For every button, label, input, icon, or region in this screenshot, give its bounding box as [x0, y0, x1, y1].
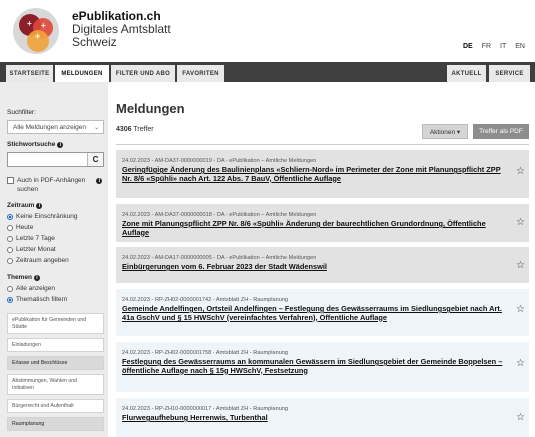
radio[interactable]: [7, 285, 13, 292]
result-headline-link[interactable]: Festlegung des Gewässerraums an kommunal…: [122, 357, 503, 375]
tab-startseite[interactable]: STARTSEITE: [6, 65, 53, 82]
logo-plus-icon: +: [35, 31, 41, 41]
zeitraum-option-label: Heute: [16, 224, 34, 231]
result-item[interactable]: 24.02.2023 - AM-DA37-0000000019 - DA - e…: [116, 150, 529, 198]
stichwort-label: Stichwortsuche i: [7, 141, 64, 148]
logo-plus-icon: +: [41, 21, 46, 30]
theme-item[interactable]: Einladungen: [7, 338, 104, 352]
theme-item-selected[interactable]: Erlasse und Beschlüsse: [7, 356, 104, 370]
search-submit-button[interactable]: C: [87, 153, 103, 166]
chevron-down-icon: ⌄: [93, 125, 99, 131]
suchfilter-select[interactable]: Alle Meldungen anzeigen ⌄: [7, 120, 104, 134]
zeitraum-option[interactable]: Zeitraum angeben: [7, 257, 69, 264]
info-icon[interactable]: i: [57, 142, 64, 148]
result-headline-link[interactable]: Gemeinde Andelfingen, Ortsteil Andelfing…: [122, 304, 503, 322]
lang-fr[interactable]: FR: [482, 43, 491, 50]
result-meta: 24.02.2023 - RP-ZH10-0000000017 - Amtsbl…: [122, 406, 289, 412]
zeitraum-option-label: Zeitraum angeben: [16, 257, 69, 264]
result-item[interactable]: 24.02.2023 - AM-DA17-0000000005 - DA - e…: [116, 247, 529, 283]
zeitraum-option[interactable]: Letzte 7 Tage: [7, 235, 55, 242]
result-count: 4306 Treffer: [116, 126, 154, 133]
pdf-search-label: Auch in PDF-Anhängen: [17, 177, 86, 184]
theme-item-selected[interactable]: Raumplanung: [7, 417, 104, 431]
radio-selected[interactable]: [7, 296, 13, 303]
result-item[interactable]: 24.02.2023 - RP-ZH10-0000000017 - Amtsbl…: [116, 398, 529, 437]
brand-line-3: Schweiz: [72, 35, 117, 49]
main-nav: STARTSEITE MELDUNGEN FILTER UND ABO FAVO…: [0, 62, 535, 82]
themen-option[interactable]: Alle anzeigen: [7, 285, 55, 292]
actions-dropdown-button[interactable]: Aktionen ▾: [422, 124, 468, 139]
radio[interactable]: [7, 257, 13, 264]
tab-favoriten[interactable]: FAVORITEN: [177, 65, 224, 82]
page-title: Meldungen: [116, 101, 185, 116]
zeitraum-option-label: Letzte 7 Tage: [16, 235, 55, 242]
result-count-label: Treffer: [133, 126, 154, 133]
favorite-star-icon[interactable]: ☆: [516, 304, 525, 315]
result-headline-link[interactable]: Zone mit Planungspflicht ZPP Nr. 8/6 «Sp…: [122, 219, 503, 237]
favorite-star-icon[interactable]: ☆: [516, 217, 525, 228]
zeitraum-label: Zeitraum i: [7, 202, 43, 209]
logo-plus-icon: +: [27, 19, 32, 28]
result-count-number: 4306: [116, 126, 132, 133]
zeitraum-label-text: Zeitraum: [7, 202, 35, 209]
favorite-star-icon[interactable]: ☆: [516, 412, 525, 423]
tab-meldungen[interactable]: MELDUNGEN: [55, 65, 109, 82]
radio-selected[interactable]: [7, 213, 13, 220]
zeitraum-option-label: Keine Einschränkung: [16, 213, 78, 220]
results-panel: Meldungen 4306 Treffer Aktionen ▾ Treffe…: [108, 82, 535, 437]
pdf-search-label-2: suchen: [17, 186, 38, 193]
zeitraum-option-label: Letzter Monat: [16, 246, 56, 253]
radio[interactable]: [7, 224, 13, 231]
themen-label: Themen i: [7, 274, 40, 281]
radio[interactable]: [7, 235, 13, 242]
themen-label-text: Themen: [7, 274, 32, 281]
pdf-search-option[interactable]: Auch in PDF-Anhängen i: [7, 177, 103, 184]
result-meta: 24.02.2023 - AM-DA17-0000000005 - DA - e…: [122, 255, 317, 261]
stichwort-input[interactable]: C: [7, 152, 104, 167]
theme-item[interactable]: ePublikation für Gemeinden und Städte: [7, 313, 104, 334]
info-icon[interactable]: i: [33, 275, 40, 281]
radio[interactable]: [7, 246, 13, 253]
result-item[interactable]: 24.02.2023 - RP-ZH02-0000001758 - Amtsbl…: [116, 342, 529, 392]
brand-text: ePublikation.ch Digitales Amtsblatt Schw…: [72, 10, 171, 49]
suchfilter-value: Alle Meldungen anzeigen: [13, 123, 86, 131]
zeitraum-option[interactable]: Keine Einschränkung: [7, 213, 77, 220]
info-icon[interactable]: i: [96, 177, 103, 184]
zeitraum-option[interactable]: Heute: [7, 224, 33, 231]
info-icon[interactable]: i: [36, 203, 43, 209]
result-meta: 24.02.2023 - RP-ZH02-0000001758 - Amtsbl…: [122, 350, 289, 356]
favorite-star-icon[interactable]: ☆: [516, 166, 525, 177]
lang-de[interactable]: DE: [463, 43, 473, 50]
language-switcher: DE FR IT EN: [463, 43, 525, 50]
theme-item[interactable]: Bürgerrecht und Aufenthalt: [7, 399, 104, 413]
suchfilter-label: Suchfilter:: [7, 109, 36, 116]
result-headline-link[interactable]: Einbürgerungen vom 6. Februar 2023 der S…: [122, 262, 503, 272]
stichwort-label-text: Stichwortsuche: [7, 141, 56, 148]
site-header: + + + ePublikation.ch Digitales Amtsblat…: [0, 0, 535, 62]
zeitraum-option[interactable]: Letzter Monat: [7, 246, 56, 253]
tab-service[interactable]: SERVICE: [489, 65, 530, 82]
result-meta: 24.02.2023 - RP-ZH02-0000001742 - Amtsbl…: [122, 297, 289, 303]
divider: [116, 144, 529, 145]
tab-aktuell[interactable]: AKTUELL: [447, 65, 486, 82]
result-headline-link[interactable]: Flurwegaufhebung Herrenwis, Turbenthal: [122, 413, 503, 423]
themen-option[interactable]: Thematisch filtern: [7, 296, 67, 303]
favorite-star-icon[interactable]: ☆: [516, 358, 525, 369]
site-logo[interactable]: + + +: [13, 8, 59, 54]
tab-filter-und-abo[interactable]: FILTER UND ABO: [111, 65, 175, 82]
themen-option-label: Thematisch filtern: [16, 296, 68, 303]
result-item[interactable]: 24.02.2023 - RP-ZH02-0000001742 - Amtsbl…: [116, 289, 529, 336]
result-item[interactable]: 24.02.2023 - AM-DA37-0000000018 - DA - e…: [116, 204, 529, 242]
favorite-star-icon[interactable]: ☆: [516, 260, 525, 271]
theme-item[interactable]: Abstimmungen, Wahlen und Initiativen: [7, 374, 104, 395]
export-pdf-button[interactable]: Treffer als PDF: [473, 124, 529, 139]
filter-sidebar: Suchfilter: Alle Meldungen anzeigen ⌄ St…: [0, 82, 108, 437]
lang-en[interactable]: EN: [515, 43, 525, 50]
result-headline-link[interactable]: Geringfügige Änderung des Baulinienplans…: [122, 165, 503, 183]
themen-option-label: Alle anzeigen: [16, 285, 56, 292]
pdf-search-checkbox[interactable]: [7, 177, 14, 184]
result-meta: 24.02.2023 - AM-DA37-0000000018 - DA - e…: [122, 212, 317, 218]
lang-it[interactable]: IT: [500, 43, 506, 50]
result-meta: 24.02.2023 - AM-DA37-0000000019 - DA - e…: [122, 158, 317, 164]
